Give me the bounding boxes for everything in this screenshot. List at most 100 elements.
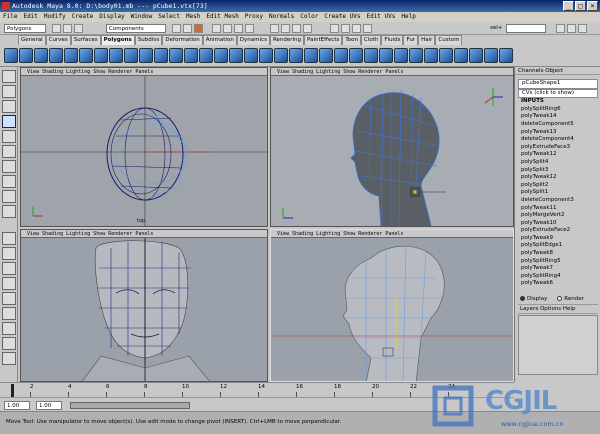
menu-create-uvs[interactable]: Create UVs (324, 12, 360, 22)
input-node[interactable]: polySplit4 (518, 159, 598, 167)
menu-proxy[interactable]: Proxy (245, 12, 263, 22)
input-node[interactable]: polyTweak10 (518, 220, 598, 228)
hypershade-layout-icon[interactable] (2, 292, 16, 305)
shelf-tool-icon[interactable] (214, 48, 228, 63)
playback-start-field[interactable]: 1.00 (36, 401, 62, 410)
shelf-tool-icon[interactable] (424, 48, 438, 63)
panel-menu[interactable]: View Shading Lighting Show Renderer Pane… (271, 68, 513, 76)
shelf-tool-icon[interactable] (139, 48, 153, 63)
select-tool-icon[interactable] (2, 70, 16, 83)
menu-edit-uvs[interactable]: Edit UVs (366, 12, 395, 22)
panel-menu[interactable]: View Shading Lighting Show Renderer Pane… (21, 230, 267, 238)
shelf-tab-fluids[interactable]: Fluids (381, 35, 404, 45)
edge-mask-icon[interactable] (223, 24, 232, 33)
input-node[interactable]: polySplitRing6 (518, 106, 598, 114)
input-node[interactable]: polySplitEdge1 (518, 242, 598, 250)
shelf-tab-custom[interactable]: Custom (435, 35, 463, 45)
dope-sheet-layout-icon[interactable] (2, 337, 16, 350)
viewport-bottom-right[interactable]: View Shading Lighting Show Renderer Pane… (270, 229, 514, 382)
shelf-tool-icon[interactable] (334, 48, 348, 63)
shelf-tool-icon[interactable] (304, 48, 318, 63)
face-mask-icon[interactable] (234, 24, 243, 33)
shelf-tab-curves[interactable]: Curves (45, 35, 71, 45)
show-manipulator-icon[interactable] (2, 190, 16, 203)
input-node[interactable]: polySplit1 (518, 189, 598, 197)
viewport-top-right[interactable]: View Shading Lighting Show Renderer Pane… (270, 67, 514, 227)
shelf-tab-hair[interactable]: Hair (418, 35, 436, 45)
ipr-render-icon[interactable] (352, 24, 361, 33)
select-by-component-icon[interactable] (194, 24, 203, 33)
shelf-tool-icon[interactable] (229, 48, 243, 63)
panel-menu[interactable]: View Shading Lighting Show Renderer Pane… (21, 68, 267, 76)
soft-mod-tool-icon[interactable] (2, 175, 16, 188)
input-node[interactable]: polyExtrudeFace3 (518, 144, 598, 152)
shelf-tool-icon[interactable] (124, 48, 138, 63)
render-settings-icon[interactable] (363, 24, 372, 33)
shelf-tool-icon[interactable] (64, 48, 78, 63)
shelf-tab-general[interactable]: General (18, 35, 46, 45)
select-by-object-icon[interactable] (183, 24, 192, 33)
shelf-tool-icon[interactable] (109, 48, 123, 63)
menu-normals[interactable]: Normals (269, 12, 294, 22)
shelf-tool-icon[interactable] (454, 48, 468, 63)
snap-curve-icon[interactable] (281, 24, 290, 33)
viewport-top-left[interactable]: View Shading Lighting Show Renderer Pane… (20, 67, 268, 227)
shelf-tool-icon[interactable] (199, 48, 213, 63)
menu-color[interactable]: Color (300, 12, 318, 22)
snap-grid-icon[interactable] (270, 24, 279, 33)
shelf-tool-icon[interactable] (4, 48, 18, 63)
shelf-tab-fur[interactable]: Fur (403, 35, 419, 45)
menu-display[interactable]: Display (99, 12, 124, 22)
shelf-tab-surfaces[interactable]: Surfaces (70, 35, 101, 45)
uv-layout-icon[interactable] (2, 322, 16, 335)
shelf-tool-icon[interactable] (259, 48, 273, 63)
shelf-tool-icon[interactable] (319, 48, 333, 63)
input-node[interactable]: polyTweak7 (518, 265, 598, 273)
rotate-tool-icon[interactable] (2, 130, 16, 143)
input-node[interactable]: polyTweak8 (518, 250, 598, 258)
render-layer-radio[interactable]: Render (557, 295, 584, 304)
history-icon[interactable] (330, 24, 339, 33)
input-node[interactable]: polyMergeVert2 (518, 212, 598, 220)
maximize-button[interactable]: □ (575, 1, 586, 11)
menu-select[interactable]: Select (158, 12, 180, 22)
shelf-tab-deformation[interactable]: Deformation (162, 35, 203, 45)
shelf-tool-icon[interactable] (409, 48, 423, 63)
single-view-layout-icon[interactable] (2, 232, 16, 245)
render-icon[interactable] (341, 24, 350, 33)
range-start-field[interactable]: 1.00 (4, 401, 30, 410)
paint-select-tool-icon[interactable] (2, 100, 16, 113)
outliner-layout-icon[interactable] (2, 307, 16, 320)
persp-outliner-layout-icon[interactable] (2, 262, 16, 275)
snap-plane-icon[interactable] (303, 24, 312, 33)
selection-mask-dropdown[interactable]: Components (106, 24, 166, 33)
display-layer-radio[interactable]: Display (520, 295, 547, 304)
input-node[interactable]: polyTweak6 (518, 280, 598, 288)
manipulator-tool-icon[interactable] (2, 160, 16, 173)
snap-point-icon[interactable] (292, 24, 301, 33)
select-by-hierarchy-icon[interactable] (172, 24, 181, 33)
move-tool-icon[interactable] (2, 115, 16, 128)
shelf-tool-icon[interactable] (439, 48, 453, 63)
shelf-tool-icon[interactable] (394, 48, 408, 63)
menu-set-dropdown[interactable]: Polygons (4, 24, 46, 33)
shelf-tool-icon[interactable] (184, 48, 198, 63)
shelf-tool-icon[interactable] (484, 48, 498, 63)
shelf-tool-icon[interactable] (154, 48, 168, 63)
persp-graph-layout-icon[interactable] (2, 277, 16, 290)
shelf-tool-icon[interactable] (244, 48, 258, 63)
channel-box-toggle-icon[interactable] (578, 24, 587, 33)
menu-create[interactable]: Create (72, 12, 94, 22)
input-node[interactable]: polyTweak12 (518, 174, 598, 182)
shelf-tool-icon[interactable] (49, 48, 63, 63)
save-scene-icon[interactable] (74, 24, 83, 33)
shelf-tab-cloth[interactable]: Cloth (361, 35, 382, 45)
shelf-tab-subdivs[interactable]: Subdivs (134, 35, 163, 45)
current-time-marker[interactable] (11, 384, 14, 397)
shelf-tool-icon[interactable] (289, 48, 303, 63)
input-node[interactable]: polyTweak12 (518, 151, 598, 159)
shelf-tab-painteffects[interactable]: PaintEffects (304, 35, 343, 45)
input-node[interactable]: polySplit2 (518, 182, 598, 190)
shelf-tool-icon[interactable] (469, 48, 483, 63)
menu-file[interactable]: File (3, 12, 17, 22)
